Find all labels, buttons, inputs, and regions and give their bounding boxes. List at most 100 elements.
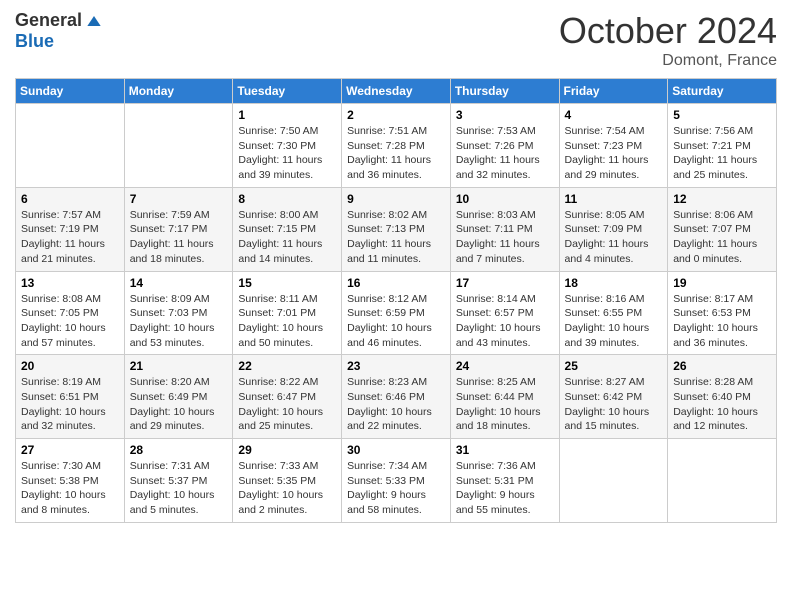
day-info: Sunrise: 7:50 AM Sunset: 7:30 PM Dayligh… — [238, 124, 336, 183]
day-number: 30 — [347, 443, 445, 457]
calendar-cell: 9Sunrise: 8:02 AM Sunset: 7:13 PM Daylig… — [342, 187, 451, 271]
day-info: Sunrise: 8:02 AM Sunset: 7:13 PM Dayligh… — [347, 208, 445, 267]
calendar-page: General Blue October 2024 Domont, France… — [0, 0, 792, 612]
day-number: 28 — [130, 443, 228, 457]
calendar-week-row: 20 Sunrise: 8:19 AM Sunset: 6:51 PM Dayli… — [16, 355, 777, 439]
calendar-cell: 25Sunrise: 8:27 AM Sunset: 6:42 PM Dayli… — [559, 355, 668, 439]
day-info: Sunrise: 7:53 AM Sunset: 7:26 PM Dayligh… — [456, 124, 554, 183]
day-info: Sunrise: 8:06 AM Sunset: 7:07 PM Dayligh… — [673, 208, 771, 267]
calendar-table: SundayMondayTuesdayWednesdayThursdayFrid… — [15, 78, 777, 523]
calendar-cell: 30 Sunrise: 7:34 AM Sunset: 5:33 PM Dayli… — [342, 439, 451, 523]
calendar-cell: 5Sunrise: 7:56 AM Sunset: 7:21 PM Daylig… — [668, 104, 777, 188]
calendar-cell: 20 Sunrise: 8:19 AM Sunset: 6:51 PM Dayli… — [16, 355, 125, 439]
day-number: 17 — [456, 276, 554, 290]
logo-icon — [84, 11, 104, 31]
calendar-cell: 28 Sunrise: 7:31 AM Sunset: 5:37 PM Dayli… — [124, 439, 233, 523]
day-number: 19 — [673, 276, 771, 290]
day-info: Sunrise: 8:19 AM Sunset: 6:51 PM Dayligh… — [21, 375, 119, 434]
calendar-cell — [16, 104, 125, 188]
day-info: Sunrise: 7:30 AM Sunset: 5:38 PM Dayligh… — [21, 459, 119, 518]
weekday-header: Saturday — [668, 79, 777, 104]
calendar-cell: 7 Sunrise: 7:59 AM Sunset: 7:17 PM Daylig… — [124, 187, 233, 271]
calendar-cell — [124, 104, 233, 188]
day-number: 20 — [21, 359, 119, 373]
day-info: Sunrise: 8:16 AM Sunset: 6:55 PM Dayligh… — [565, 292, 663, 351]
calendar-cell: 21Sunrise: 8:20 AM Sunset: 6:49 PM Dayli… — [124, 355, 233, 439]
day-info: Sunrise: 7:31 AM Sunset: 5:37 PM Dayligh… — [130, 459, 228, 518]
logo-blue-text: Blue — [15, 31, 54, 52]
calendar-cell: 29 Sunrise: 7:33 AM Sunset: 5:35 PM Dayli… — [233, 439, 342, 523]
weekday-header: Monday — [124, 79, 233, 104]
calendar-cell: 13Sunrise: 8:08 AM Sunset: 7:05 PM Dayli… — [16, 271, 125, 355]
day-info: Sunrise: 8:08 AM Sunset: 7:05 PM Dayligh… — [21, 292, 119, 351]
day-info: Sunrise: 7:54 AM Sunset: 7:23 PM Dayligh… — [565, 124, 663, 183]
calendar-cell: 15Sunrise: 8:11 AM Sunset: 7:01 PM Dayli… — [233, 271, 342, 355]
calendar-cell: 24 Sunrise: 8:25 AM Sunset: 6:44 PM Dayli… — [450, 355, 559, 439]
day-number: 24 — [456, 359, 554, 373]
day-info: Sunrise: 8:20 AM Sunset: 6:49 PM Dayligh… — [130, 375, 228, 434]
day-number: 1 — [238, 108, 336, 122]
weekday-header: Sunday — [16, 79, 125, 104]
day-info: Sunrise: 7:34 AM Sunset: 5:33 PM Dayligh… — [347, 459, 445, 518]
day-number: 16 — [347, 276, 445, 290]
day-number: 27 — [21, 443, 119, 457]
day-info: Sunrise: 8:03 AM Sunset: 7:11 PM Dayligh… — [456, 208, 554, 267]
day-info: Sunrise: 8:09 AM Sunset: 7:03 PM Dayligh… — [130, 292, 228, 351]
calendar-cell: 6 Sunrise: 7:57 AM Sunset: 7:19 PM Daylig… — [16, 187, 125, 271]
day-info: Sunrise: 7:57 AM Sunset: 7:19 PM Dayligh… — [21, 208, 119, 267]
day-info: Sunrise: 7:33 AM Sunset: 5:35 PM Dayligh… — [238, 459, 336, 518]
day-info: Sunrise: 7:56 AM Sunset: 7:21 PM Dayligh… — [673, 124, 771, 183]
day-number: 23 — [347, 359, 445, 373]
day-info: Sunrise: 8:12 AM Sunset: 6:59 PM Dayligh… — [347, 292, 445, 351]
day-number: 7 — [130, 192, 228, 206]
day-number: 31 — [456, 443, 554, 457]
day-number: 11 — [565, 192, 663, 206]
day-info: Sunrise: 7:36 AM Sunset: 5:31 PM Dayligh… — [456, 459, 554, 518]
day-info: Sunrise: 8:11 AM Sunset: 7:01 PM Dayligh… — [238, 292, 336, 351]
day-number: 29 — [238, 443, 336, 457]
calendar-week-row: 1 Sunrise: 7:50 AM Sunset: 7:30 PM Daylig… — [16, 104, 777, 188]
day-number: 14 — [130, 276, 228, 290]
calendar-cell: 2Sunrise: 7:51 AM Sunset: 7:28 PM Daylig… — [342, 104, 451, 188]
calendar-cell: 26 Sunrise: 8:28 AM Sunset: 6:40 PM Dayli… — [668, 355, 777, 439]
day-info: Sunrise: 8:23 AM Sunset: 6:46 PM Dayligh… — [347, 375, 445, 434]
calendar-cell — [668, 439, 777, 523]
weekday-header: Thursday — [450, 79, 559, 104]
location: Domont, France — [559, 52, 777, 70]
day-number: 3 — [456, 108, 554, 122]
day-info: Sunrise: 8:25 AM Sunset: 6:44 PM Dayligh… — [456, 375, 554, 434]
calendar-cell: 22Sunrise: 8:22 AM Sunset: 6:47 PM Dayli… — [233, 355, 342, 439]
day-number: 10 — [456, 192, 554, 206]
day-info: Sunrise: 7:59 AM Sunset: 7:17 PM Dayligh… — [130, 208, 228, 267]
calendar-cell: 11 Sunrise: 8:05 AM Sunset: 7:09 PM Dayli… — [559, 187, 668, 271]
day-info: Sunrise: 8:00 AM Sunset: 7:15 PM Dayligh… — [238, 208, 336, 267]
day-info: Sunrise: 8:17 AM Sunset: 6:53 PM Dayligh… — [673, 292, 771, 351]
calendar-cell: 10 Sunrise: 8:03 AM Sunset: 7:11 PM Dayli… — [450, 187, 559, 271]
calendar-cell — [559, 439, 668, 523]
day-number: 6 — [21, 192, 119, 206]
calendar-cell: 27 Sunrise: 7:30 AM Sunset: 5:38 PM Dayli… — [16, 439, 125, 523]
day-info: Sunrise: 8:28 AM Sunset: 6:40 PM Dayligh… — [673, 375, 771, 434]
logo: General Blue — [15, 10, 104, 52]
calendar-cell: 3 Sunrise: 7:53 AM Sunset: 7:26 PM Daylig… — [450, 104, 559, 188]
calendar-cell: 8 Sunrise: 8:00 AM Sunset: 7:15 PM Daylig… — [233, 187, 342, 271]
day-number: 2 — [347, 108, 445, 122]
calendar-week-row: 6 Sunrise: 7:57 AM Sunset: 7:19 PM Daylig… — [16, 187, 777, 271]
weekday-header: Wednesday — [342, 79, 451, 104]
calendar-cell: 16 Sunrise: 8:12 AM Sunset: 6:59 PM Dayli… — [342, 271, 451, 355]
calendar-cell: 1 Sunrise: 7:50 AM Sunset: 7:30 PM Daylig… — [233, 104, 342, 188]
day-number: 8 — [238, 192, 336, 206]
calendar-cell: 14 Sunrise: 8:09 AM Sunset: 7:03 PM Dayli… — [124, 271, 233, 355]
title-block: October 2024 Domont, France — [559, 10, 777, 70]
day-info: Sunrise: 8:14 AM Sunset: 6:57 PM Dayligh… — [456, 292, 554, 351]
month-title: October 2024 — [559, 10, 777, 52]
day-number: 12 — [673, 192, 771, 206]
day-number: 25 — [565, 359, 663, 373]
calendar-cell: 4Sunrise: 7:54 AM Sunset: 7:23 PM Daylig… — [559, 104, 668, 188]
day-number: 26 — [673, 359, 771, 373]
logo-general-text: General — [15, 10, 82, 31]
calendar-cell: 19 Sunrise: 8:17 AM Sunset: 6:53 PM Dayli… — [668, 271, 777, 355]
calendar-cell: 31 Sunrise: 7:36 AM Sunset: 5:31 PM Dayli… — [450, 439, 559, 523]
day-info: Sunrise: 8:05 AM Sunset: 7:09 PM Dayligh… — [565, 208, 663, 267]
day-info: Sunrise: 8:22 AM Sunset: 6:47 PM Dayligh… — [238, 375, 336, 434]
